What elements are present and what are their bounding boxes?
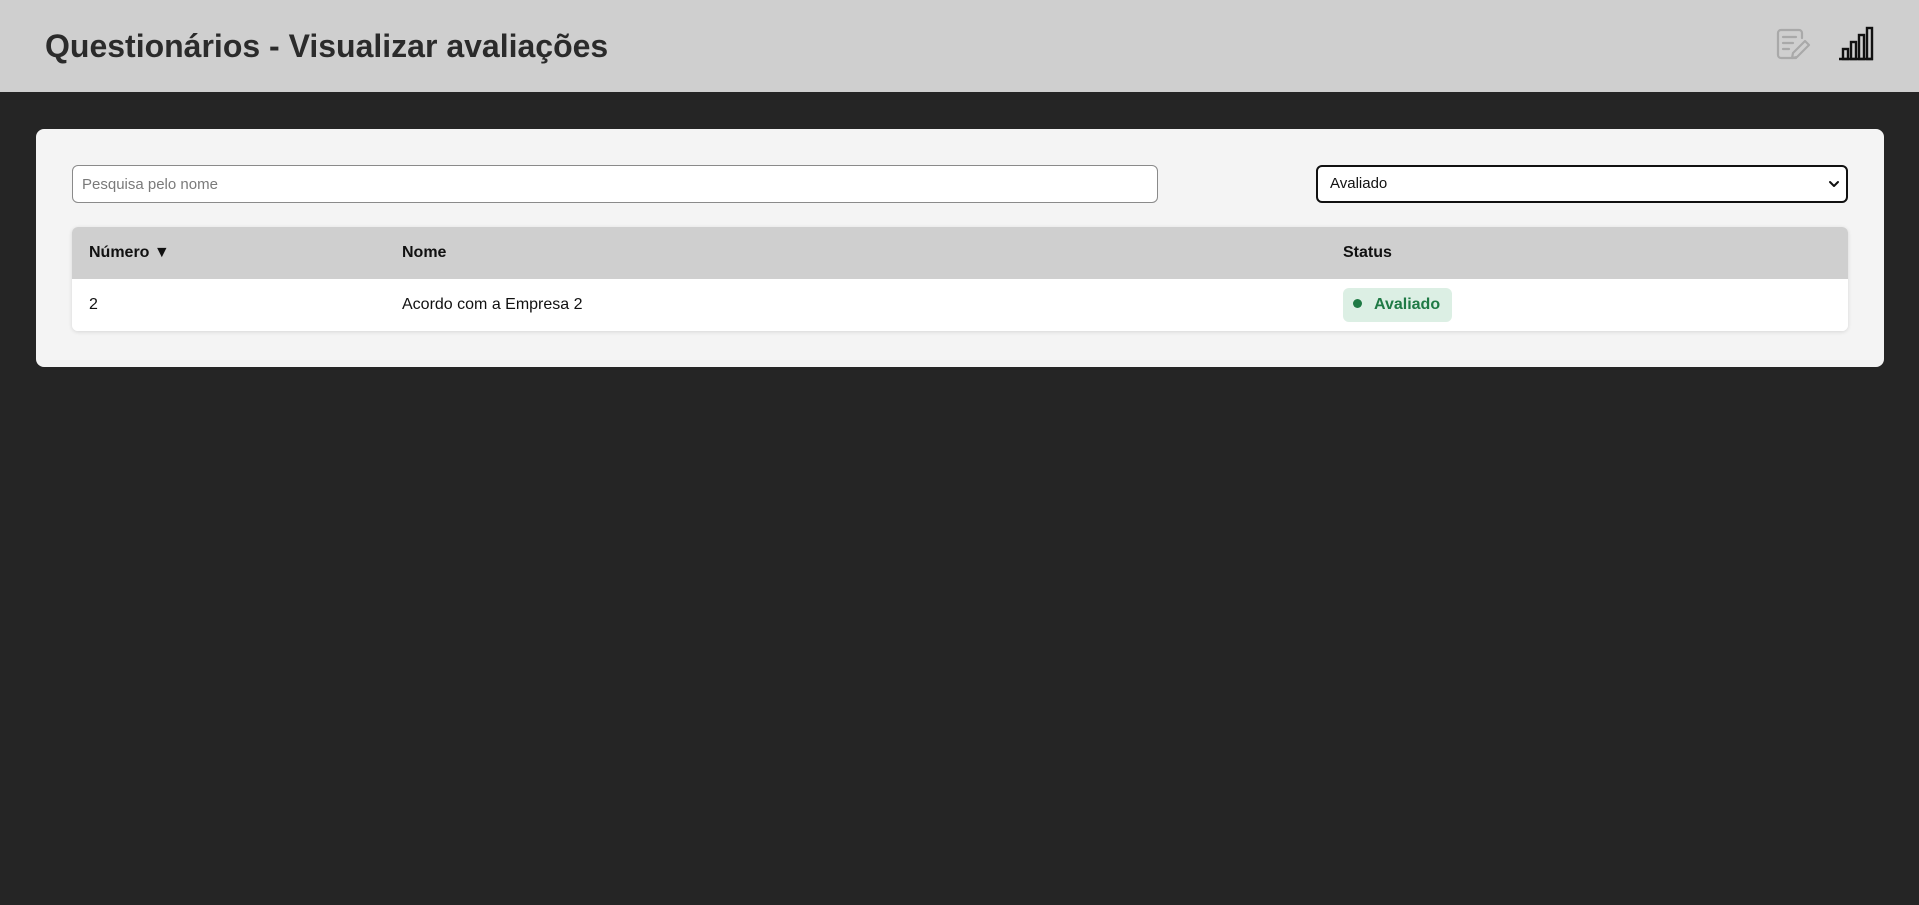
status-badge-label: Avaliado xyxy=(1374,296,1441,313)
evaluations-table: Número ▼ Nome Status 2 Acordo com a Empr… xyxy=(72,227,1848,331)
status-dot-icon xyxy=(1353,299,1362,308)
status-filter-select[interactable]: Avaliado xyxy=(1316,165,1848,203)
row-numero: 2 xyxy=(89,296,98,313)
table-header: Número ▼ Nome Status xyxy=(72,227,1848,279)
column-header-numero[interactable]: Número ▼ xyxy=(89,227,170,279)
top-header: Questionários - Visualizar avaliações xyxy=(0,0,1919,92)
edit-document-icon[interactable] xyxy=(1772,24,1812,64)
search-input[interactable] xyxy=(72,165,1158,203)
status-filter-value: Avaliado xyxy=(1330,175,1388,192)
table-row[interactable]: 2 Acordo com a Empresa 2 Avaliado xyxy=(72,279,1848,331)
chevron-down-icon xyxy=(1829,181,1839,187)
row-nome: Acordo com a Empresa 2 xyxy=(402,296,583,313)
page-title: Questionários - Visualizar avaliações xyxy=(45,28,609,64)
column-header-status[interactable]: Status xyxy=(1343,227,1392,279)
status-badge: Avaliado xyxy=(1343,288,1453,322)
column-header-nome[interactable]: Nome xyxy=(402,227,446,279)
bar-chart-icon[interactable] xyxy=(1836,24,1876,64)
evaluations-card: Avaliado Número ▼ Nome Status 2 Acordo c… xyxy=(36,129,1884,367)
